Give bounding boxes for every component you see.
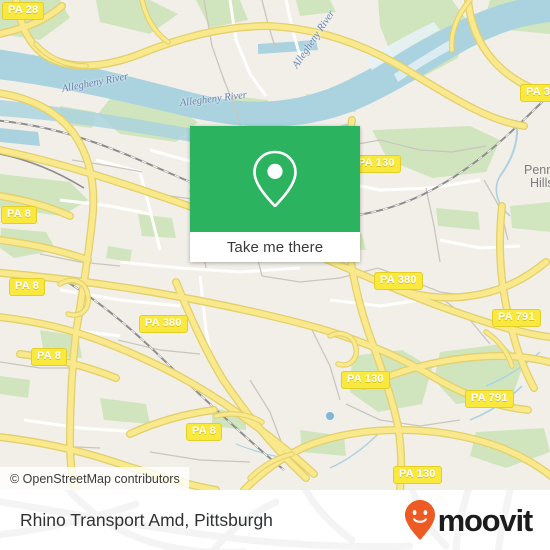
route-shield[interactable]: PA 380 <box>374 272 423 290</box>
poi-card-header <box>190 126 360 232</box>
footer-bar: Rhino Transport Amd, Pittsburgh moovit <box>0 490 550 550</box>
route-shield[interactable]: PA 28 <box>2 2 45 20</box>
osm-attribution-text: © OpenStreetMap contributors <box>10 471 180 486</box>
route-shield[interactable]: PA 791 <box>492 309 541 327</box>
moovit-brand-logo[interactable]: moovit <box>404 490 534 550</box>
route-shield[interactable]: PA 380 <box>139 315 188 333</box>
route-shield[interactable]: PA 380 <box>520 84 550 102</box>
route-shield[interactable]: PA 130 <box>393 466 442 484</box>
location-title: Rhino Transport Amd, Pittsburgh <box>20 509 273 530</box>
place-label-penn: Penn <box>524 163 550 177</box>
map-canvas[interactable]: Allegheny River Allegheny River Alleghen… <box>0 0 550 490</box>
route-shield[interactable]: PA 8 <box>31 348 68 366</box>
route-shield[interactable]: PA 8 <box>9 278 46 296</box>
route-shield[interactable]: PA 8 <box>1 206 38 224</box>
moovit-pin-smiley-icon <box>404 500 435 540</box>
osm-attribution[interactable]: © OpenStreetMap contributors <box>0 467 189 490</box>
take-me-there-label: Take me there <box>226 238 324 256</box>
place-label-hills: Hills <box>530 176 550 190</box>
poi-popup-card[interactable]: Take me there <box>190 126 360 262</box>
route-shield[interactable]: PA 130 <box>341 371 390 389</box>
moovit-map-screen: Allegheny River Allegheny River Alleghen… <box>0 0 550 550</box>
route-shield[interactable]: PA 8 <box>186 423 223 441</box>
take-me-there-button[interactable]: Take me there <box>190 232 360 262</box>
map-pin-icon <box>253 150 297 208</box>
route-shield[interactable]: PA 791 <box>465 390 514 408</box>
moovit-wordmark: moovit <box>437 502 534 538</box>
